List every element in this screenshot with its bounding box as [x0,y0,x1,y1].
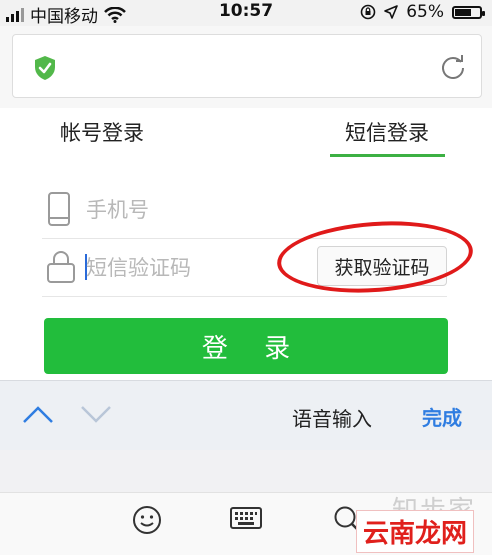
login-tabs: 帐号登录 短信登录 [0,108,492,159]
keyboard-icon[interactable] [230,505,262,531]
chevron-up-icon[interactable] [22,403,54,425]
battery-icon [452,5,485,19]
tab-sms-login[interactable]: 短信登录 [345,108,429,158]
reload-icon[interactable] [439,53,467,81]
emoji-icon[interactable] [132,505,162,535]
address-bar[interactable] [12,34,482,98]
browser-top-bar [0,26,492,108]
orientation-lock-icon [360,4,376,20]
status-right: 65% [360,2,485,22]
location-icon [384,5,399,19]
active-tab-indicator [330,154,445,157]
lock-icon [47,251,75,283]
login-button[interactable]: 登 录 [44,318,448,374]
phone-icon [48,192,70,226]
keyboard-toolbar: 语音输入 完成 [0,380,492,451]
chevron-down-icon[interactable] [80,403,112,425]
battery-percent: 65% [406,2,444,22]
watermark-bottom: 云南龙网 [356,510,475,553]
shield-check-icon [35,56,55,80]
phone-input[interactable] [84,192,308,228]
voice-input-button[interactable]: 语音输入 [292,403,372,432]
status-bar: 中国移动 10:57 65% [0,0,492,27]
tab-account-login[interactable]: 帐号登录 [60,108,144,158]
sms-code-input[interactable] [84,250,308,286]
done-button[interactable]: 完成 [422,402,462,431]
